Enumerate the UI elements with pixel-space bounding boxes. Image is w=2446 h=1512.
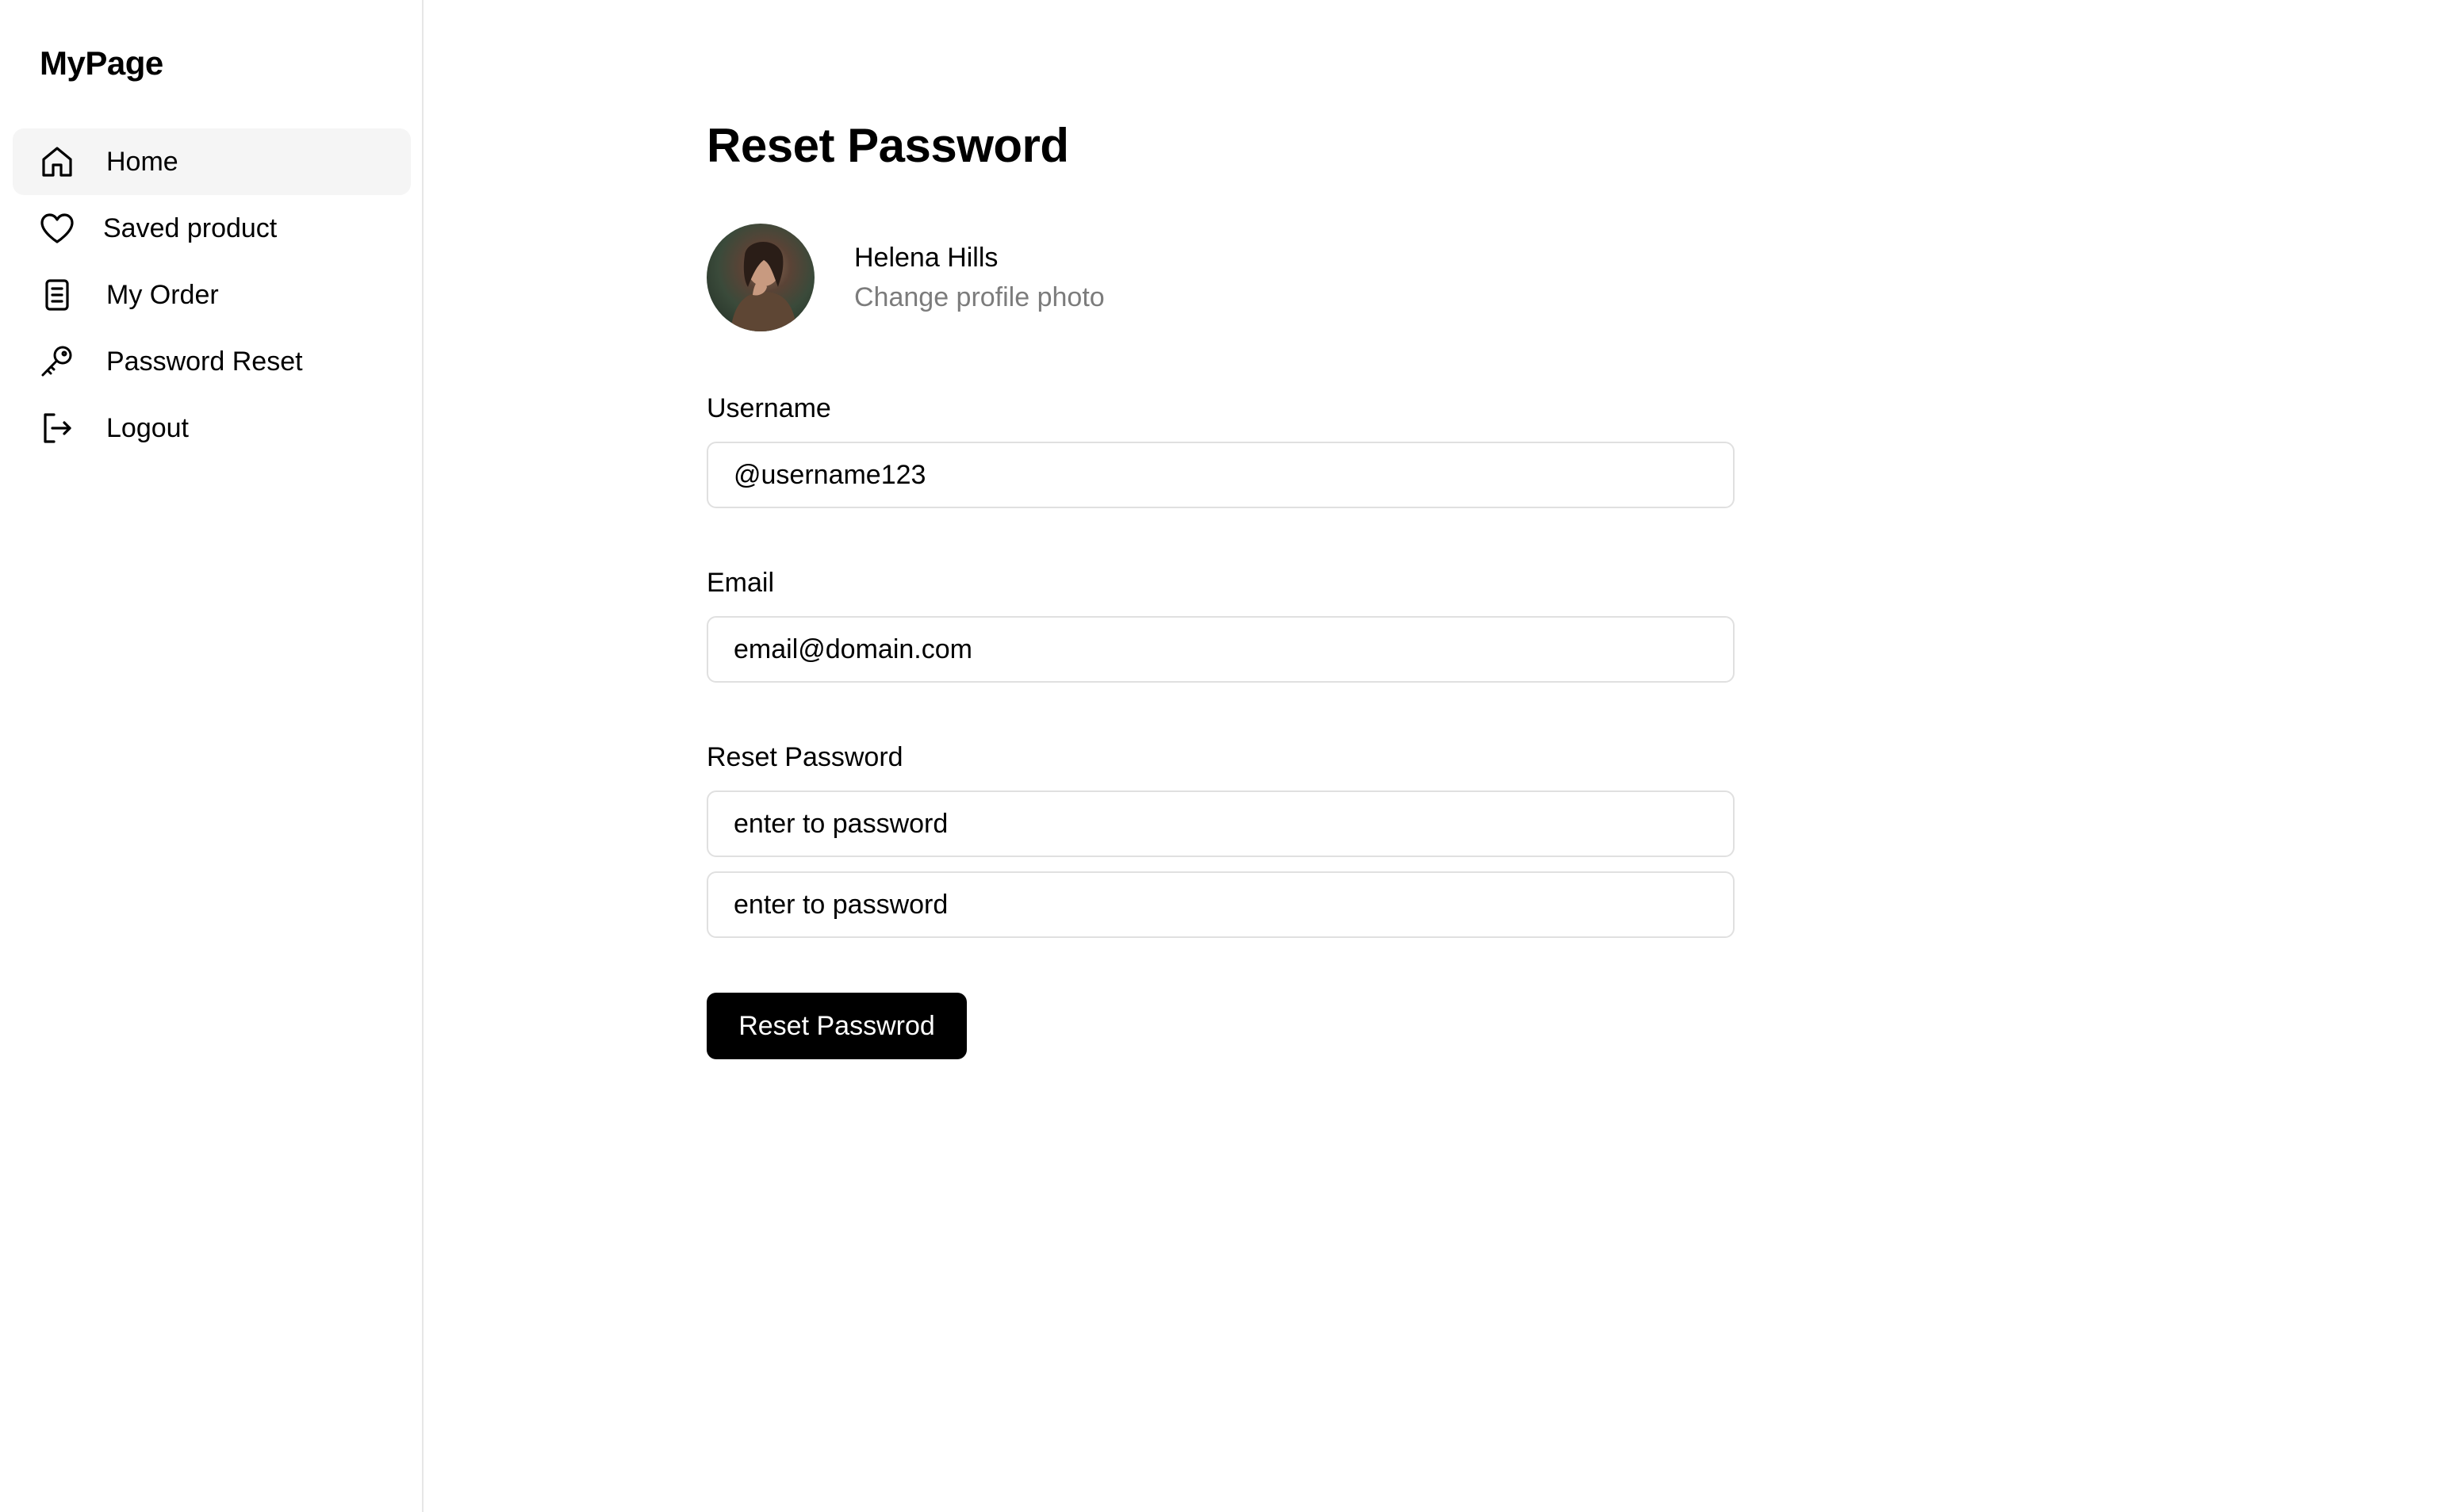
document-icon <box>38 276 76 314</box>
sidebar-item-my-order[interactable]: My Order <box>13 262 411 328</box>
sidebar-item-label: Logout <box>106 413 189 443</box>
brand-logo: MyPage <box>40 44 163 82</box>
confirm-password-input[interactable] <box>707 871 1735 938</box>
logout-icon <box>38 409 76 447</box>
profile-name: Helena Hills <box>854 243 999 273</box>
email-input[interactable] <box>707 616 1735 683</box>
username-label: Username <box>707 393 831 423</box>
page-title: Reset Password <box>707 119 1069 172</box>
main-content: Reset Password Helena Hills Change profi… <box>425 0 2446 1512</box>
sidebar: MyPage Home Saved product My Order Passw… <box>0 0 424 1512</box>
email-label: Email <box>707 568 775 598</box>
sidebar-item-home[interactable]: Home <box>13 128 411 195</box>
reset-password-label: Reset Password <box>707 742 903 772</box>
sidebar-item-label: Saved product <box>103 213 278 243</box>
change-profile-photo-link[interactable]: Change profile photo <box>854 281 1105 314</box>
reset-password-button[interactable]: Reset Passwrod <box>707 993 967 1059</box>
avatar[interactable] <box>707 224 815 331</box>
sidebar-item-label: Home <box>106 147 178 177</box>
sidebar-item-password-reset[interactable]: Password Reset <box>13 328 411 395</box>
home-icon <box>38 143 76 181</box>
key-icon <box>38 343 76 381</box>
sidebar-item-logout[interactable]: Logout <box>13 395 411 461</box>
sidebar-nav: Home Saved product My Order Password Res… <box>13 128 411 461</box>
new-password-input[interactable] <box>707 790 1735 857</box>
sidebar-item-saved-product[interactable]: Saved product <box>13 195 411 262</box>
username-input[interactable] <box>707 442 1735 508</box>
heart-icon <box>38 209 76 247</box>
sidebar-item-label: My Order <box>106 280 219 310</box>
sidebar-item-label: Password Reset <box>106 346 303 377</box>
